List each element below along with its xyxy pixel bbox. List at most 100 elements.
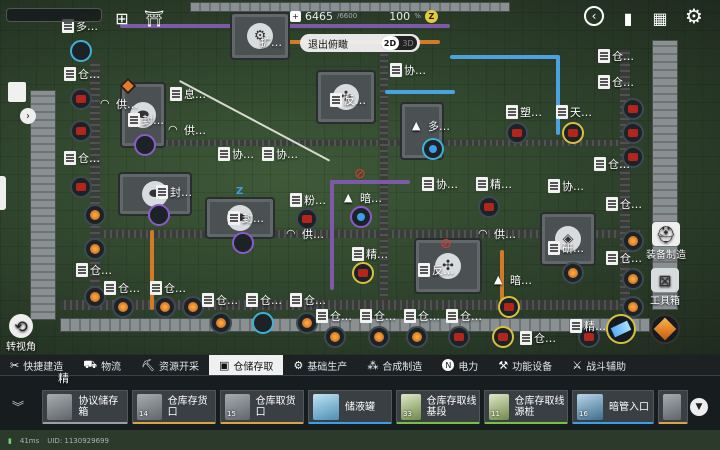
- category-storage[interactable]: ▣ 仓储存取: [209, 355, 284, 375]
- item-node[interactable]: [112, 296, 134, 318]
- combat-icon: ⚔: [572, 358, 583, 372]
- item-accent: [309, 422, 391, 424]
- storage-icon: [556, 105, 568, 119]
- storage-icon: [352, 247, 364, 261]
- blueprint-icon[interactable]: ▦: [648, 6, 672, 30]
- research-building[interactable]: ◈: [540, 212, 596, 266]
- build-item-hidden-pipe-inlet[interactable]: 16 暗管入口: [572, 390, 654, 424]
- collapse-chevron-icon[interactable]: ︾: [12, 398, 24, 415]
- storage-icon: [390, 63, 402, 77]
- network-tree-icon[interactable]: ⊞: [110, 6, 134, 30]
- item-node[interactable]: [154, 296, 176, 318]
- toolbox-button[interactable]: ⊠ 工具箱: [650, 268, 680, 307]
- item-node[interactable]: [134, 134, 156, 156]
- storage-icon: [150, 281, 162, 295]
- build-item-storage-line-base[interactable]: 33 仓库存取线基段: [396, 390, 480, 424]
- ping-value: 41ms: [19, 437, 40, 445]
- item-node[interactable]: [492, 326, 514, 348]
- item-node[interactable]: [232, 232, 254, 254]
- item-node[interactable]: [506, 122, 528, 144]
- crystal-icon: [610, 320, 632, 338]
- function-tool-icon: ⚒: [498, 358, 509, 372]
- belt: [120, 140, 620, 146]
- clipboard-icon[interactable]: [8, 82, 26, 102]
- category-mining[interactable]: ⛏ 资源开采: [131, 355, 209, 375]
- storage-icon: [598, 49, 610, 63]
- storage-icon: [76, 263, 88, 277]
- battery-icon[interactable]: ▮: [616, 6, 640, 30]
- item-node[interactable]: [70, 176, 92, 198]
- mode-2d[interactable]: 2D: [381, 36, 399, 50]
- item-node[interactable]: [252, 312, 274, 334]
- filter-down-icon[interactable]: ▼: [690, 398, 708, 416]
- item-node[interactable]: [448, 326, 470, 348]
- expand-arrow-icon[interactable]: ›: [20, 108, 36, 124]
- build-item-protocol-box[interactable]: 协议储存箱: [42, 390, 128, 424]
- item-node[interactable]: [406, 326, 428, 348]
- category-combat[interactable]: ⚔ 战斗辅助: [562, 355, 636, 375]
- highlighted-item-chip[interactable]: [650, 314, 680, 344]
- mode-3d[interactable]: 3D: [399, 36, 417, 50]
- category-power[interactable]: N 电力: [432, 355, 488, 375]
- item-node[interactable]: [84, 204, 106, 226]
- build-item-warehouse-deposit[interactable]: 14 仓库存货口: [132, 390, 216, 424]
- storage-icon: [218, 147, 230, 161]
- storage-icon: [594, 157, 606, 171]
- more-item-thumb-icon: [663, 394, 681, 420]
- item-node[interactable]: [84, 286, 106, 308]
- item-node[interactable]: [368, 326, 390, 348]
- tower-icon[interactable]: ⛩: [142, 6, 166, 30]
- left-edge-handle[interactable]: [0, 176, 6, 210]
- map-label: 反…: [330, 92, 366, 108]
- build-item-warehouse-withdraw[interactable]: 15 仓库取货口: [220, 390, 304, 424]
- item-node[interactable]: [148, 204, 170, 226]
- item-node[interactable]: [70, 88, 92, 110]
- item-node[interactable]: [182, 296, 204, 318]
- map-label: 封…: [128, 112, 164, 128]
- storage-icon: [262, 147, 274, 161]
- exit-overview-button[interactable]: 退出俯瞰 2D 3D: [300, 34, 420, 52]
- item-node[interactable]: [350, 206, 372, 228]
- map-label: 扩…: [260, 36, 282, 49]
- item-node[interactable]: [422, 138, 444, 160]
- settings-gear-icon[interactable]: ⚙: [682, 4, 706, 28]
- map-label: 协…: [422, 176, 458, 192]
- item-node[interactable]: [562, 122, 584, 144]
- synthesis-icon: ⁂: [367, 358, 379, 372]
- item-node[interactable]: [622, 98, 644, 120]
- highlighted-item-chip[interactable]: [606, 314, 636, 344]
- build-item-storage-line-source[interactable]: 11 仓库存取线源桩: [484, 390, 568, 424]
- item-node[interactable]: [324, 326, 346, 348]
- item-node[interactable]: [622, 268, 644, 290]
- item-node[interactable]: [210, 312, 232, 334]
- build-item-liquid-tank[interactable]: 储液罐: [308, 390, 392, 424]
- category-logistics[interactable]: ⛟ 物流: [73, 355, 131, 375]
- map-label: ◠ 供…: [168, 123, 206, 137]
- item-node[interactable]: [296, 312, 318, 334]
- item-node[interactable]: [352, 262, 374, 284]
- item-node[interactable]: [70, 120, 92, 142]
- view-mode-toggle[interactable]: 2D 3D: [381, 36, 417, 50]
- triangle-icon: ▲: [494, 273, 503, 286]
- item-node[interactable]: [84, 238, 106, 260]
- rotate-view-button[interactable]: ⟲ 转视角: [6, 314, 36, 353]
- signal-icon: ▮: [8, 437, 12, 445]
- storage-icon: [548, 179, 560, 193]
- item-node[interactable]: [562, 262, 584, 284]
- equipment-craft-button[interactable]: ⛑ 装备制造: [646, 222, 686, 261]
- item-node[interactable]: [622, 122, 644, 144]
- item-node[interactable]: [70, 40, 92, 62]
- category-basic-production[interactable]: ⚙ 基础生产: [283, 355, 357, 375]
- back-icon[interactable]: ‹: [584, 6, 604, 26]
- equipment-craft-label: 装备制造: [646, 250, 686, 261]
- factory-map[interactable]: ⚙ ✣ ✣ ⬬ ⬬ ⬬ ◈ 多… 仓… ◠ 供… 封… 息… ◠ 供… 协… 协…: [0, 0, 720, 385]
- item-node[interactable]: [478, 196, 500, 218]
- map-label: 仓…: [598, 48, 634, 64]
- category-synthesis[interactable]: ⁂ 合成制造: [357, 355, 432, 375]
- build-item-more[interactable]: [658, 390, 688, 424]
- category-function[interactable]: ⚒ 功能设备: [488, 355, 562, 375]
- item-node[interactable]: [622, 230, 644, 252]
- item-node[interactable]: [498, 296, 520, 318]
- map-label: 协…: [262, 146, 298, 162]
- wall-left: [30, 90, 56, 320]
